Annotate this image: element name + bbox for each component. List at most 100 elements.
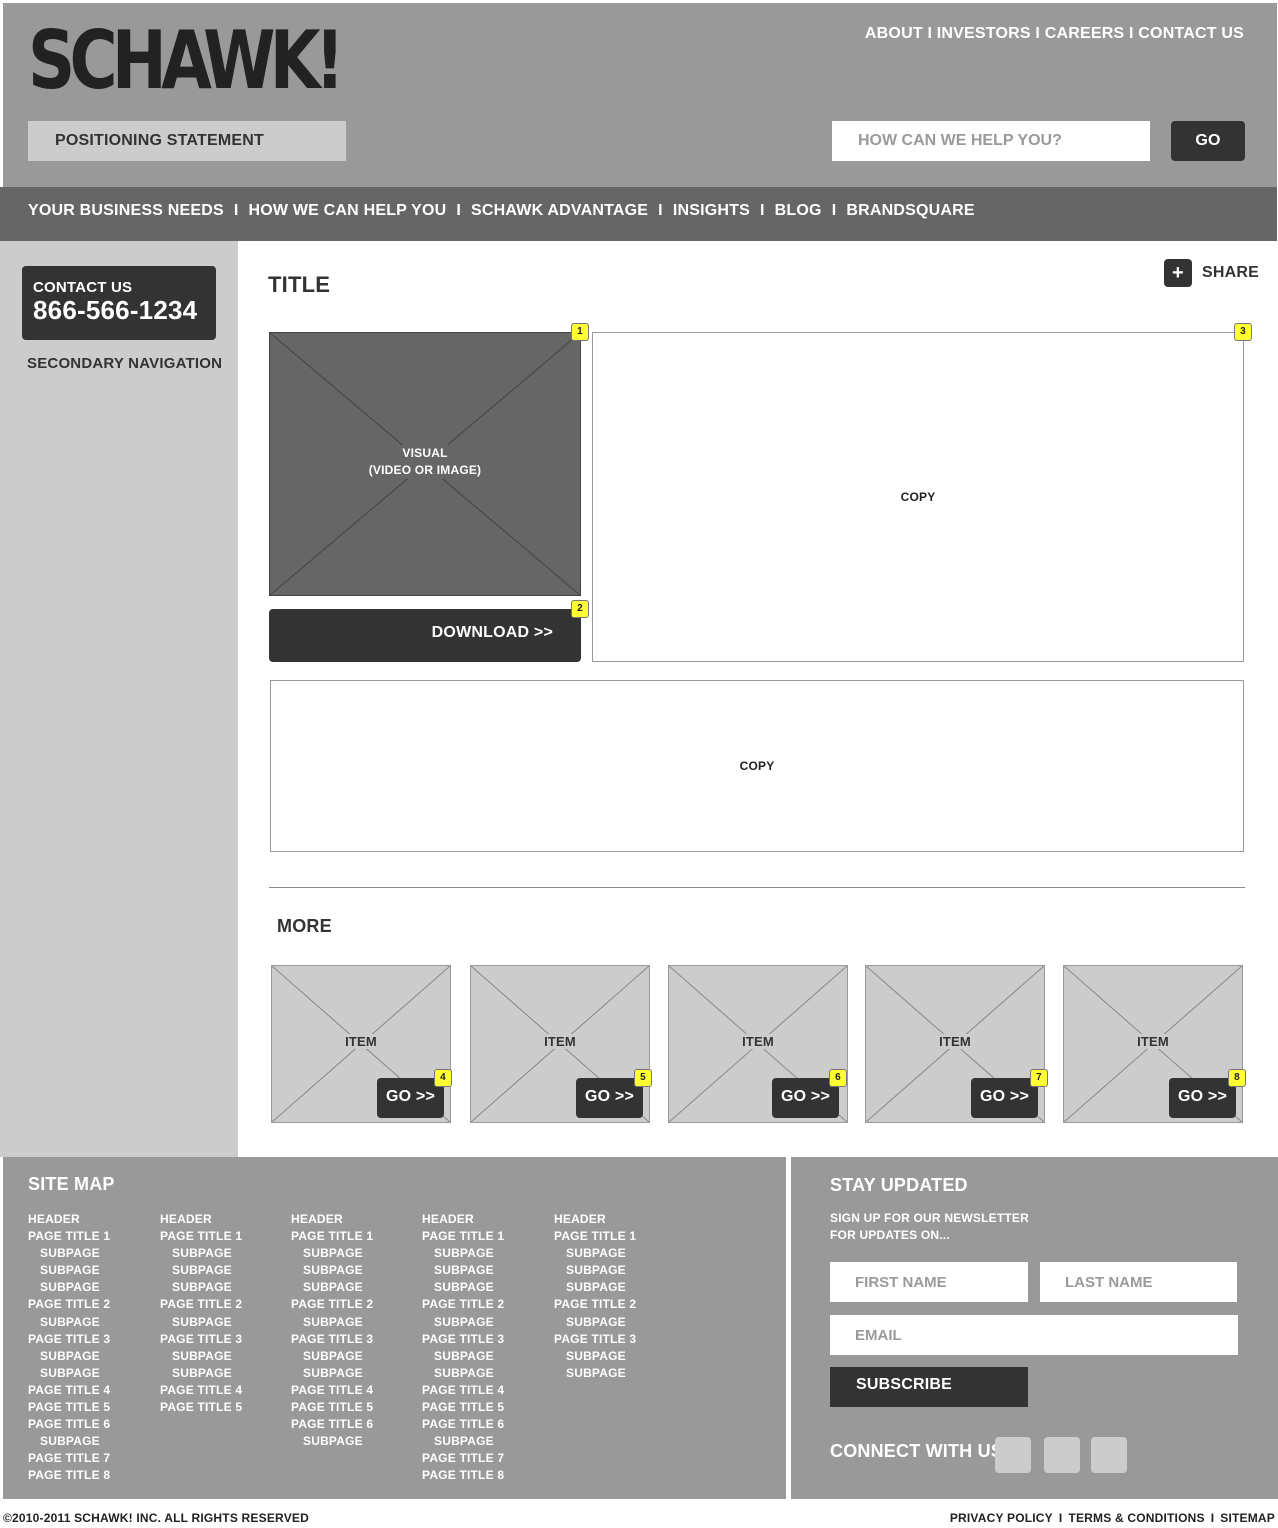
sitemap-page-link[interactable]: PAGE TITLE 3 [554, 1331, 674, 1348]
more-item-card[interactable]: ITEM GO >> [1063, 965, 1243, 1123]
sitemap-page-link[interactable]: PAGE TITLE 5 [422, 1399, 542, 1416]
schawk-logo[interactable]: SCHAWK! [28, 21, 345, 101]
sitemap-subpage-link[interactable]: SUBPAGE [291, 1348, 411, 1365]
sitemap-page-link[interactable]: PAGE TITLE 6 [291, 1416, 411, 1433]
sitemap-subpage-link[interactable]: SUBPAGE [160, 1348, 280, 1365]
utility-link-investors[interactable]: INVESTORS [937, 25, 1031, 42]
sitemap-page-link[interactable]: PAGE TITLE 3 [160, 1331, 280, 1348]
terms-conditions-link[interactable]: TERMS & CONDITIONS [1068, 1511, 1204, 1525]
privacy-policy-link[interactable]: PRIVACY POLICY [950, 1511, 1053, 1525]
sitemap-page-link[interactable]: PAGE TITLE 6 [422, 1416, 542, 1433]
sitemap-subpage-link[interactable]: SUBPAGE [291, 1279, 411, 1296]
sitemap-subpage-link[interactable]: SUBPAGE [291, 1245, 411, 1262]
nav-item-brandsquare[interactable]: BRANDSQUARE [846, 202, 974, 219]
sitemap-subpage-link[interactable]: SUBPAGE [554, 1262, 674, 1279]
sitemap-subpage-link[interactable]: SUBPAGE [28, 1433, 148, 1450]
social-icon[interactable] [1044, 1437, 1080, 1473]
sitemap-subpage-link[interactable]: SUBPAGE [422, 1348, 542, 1365]
sitemap-subpage-link[interactable]: SUBPAGE [160, 1245, 280, 1262]
sitemap-page-link[interactable]: PAGE TITLE 5 [28, 1399, 148, 1416]
plus-icon[interactable]: + [1164, 259, 1192, 287]
last-name-field[interactable] [1040, 1262, 1237, 1302]
sitemap-subpage-link[interactable]: SUBPAGE [422, 1365, 542, 1382]
search-go-button[interactable]: GO [1171, 121, 1245, 161]
sitemap-subpage-link[interactable]: SUBPAGE [28, 1279, 148, 1296]
sitemap-subpage-link[interactable]: SUBPAGE [422, 1262, 542, 1279]
nav-item-blog[interactable]: BLOG [775, 202, 822, 219]
social-icon[interactable] [995, 1437, 1031, 1473]
utility-link-careers[interactable]: CAREERS [1045, 25, 1125, 42]
sitemap-subpage-link[interactable]: SUBPAGE [291, 1433, 411, 1450]
nav-item-how-we-can-help-you[interactable]: HOW WE CAN HELP YOU [249, 202, 447, 219]
sitemap-page-link[interactable]: PAGE TITLE 1 [160, 1228, 280, 1245]
download-button[interactable]: DOWNLOAD >> [269, 609, 581, 662]
nav-item-schawk-advantage[interactable]: SCHAWK ADVANTAGE [471, 202, 648, 219]
sitemap-page-link[interactable]: PAGE TITLE 2 [28, 1296, 148, 1313]
sitemap-subpage-link[interactable]: SUBPAGE [160, 1262, 280, 1279]
item-go-button[interactable]: GO >> [971, 1078, 1038, 1118]
sitemap-page-link[interactable]: PAGE TITLE 4 [160, 1382, 280, 1399]
sitemap-subpage-link[interactable]: SUBPAGE [28, 1245, 148, 1262]
sitemap-subpage-link[interactable]: SUBPAGE [291, 1314, 411, 1331]
sitemap-subpage-link[interactable]: SUBPAGE [422, 1314, 542, 1331]
sitemap-page-link[interactable]: PAGE TITLE 4 [422, 1382, 542, 1399]
sitemap-page-link[interactable]: PAGE TITLE 7 [422, 1450, 542, 1467]
sitemap-subpage-link[interactable]: SUBPAGE [160, 1279, 280, 1296]
item-go-button[interactable]: GO >> [1169, 1078, 1236, 1118]
secondary-navigation[interactable]: SECONDARY NAVIGATION [27, 355, 222, 372]
contact-box[interactable]: CONTACT US 866-566-1234 [22, 266, 216, 340]
sitemap-link[interactable]: SITEMAP [1220, 1511, 1275, 1525]
sitemap-page-link[interactable]: PAGE TITLE 2 [422, 1296, 542, 1313]
sitemap-page-link[interactable]: PAGE TITLE 2 [160, 1296, 280, 1313]
more-item-card[interactable]: ITEM GO >> [271, 965, 451, 1123]
share-button[interactable]: + SHARE [1164, 259, 1259, 287]
sitemap-page-link[interactable]: PAGE TITLE 3 [422, 1331, 542, 1348]
nav-item-your-business-needs[interactable]: YOUR BUSINESS NEEDS [28, 202, 224, 219]
sitemap-subpage-link[interactable]: SUBPAGE [28, 1262, 148, 1279]
nav-item-insights[interactable]: INSIGHTS [673, 202, 750, 219]
sitemap-subpage-link[interactable]: SUBPAGE [28, 1365, 148, 1382]
sitemap-page-link[interactable]: PAGE TITLE 3 [28, 1331, 148, 1348]
sitemap-subpage-link[interactable]: SUBPAGE [554, 1348, 674, 1365]
utility-link-about[interactable]: ABOUT [865, 25, 923, 42]
sitemap-subpage-link[interactable]: SUBPAGE [28, 1314, 148, 1331]
sitemap-subpage-link[interactable]: SUBPAGE [160, 1365, 280, 1382]
sitemap-subpage-link[interactable]: SUBPAGE [554, 1314, 674, 1331]
sitemap-page-link[interactable]: PAGE TITLE 1 [554, 1228, 674, 1245]
visual-placeholder[interactable]: VISUAL (VIDEO OR IMAGE) [269, 332, 581, 596]
sitemap-page-link[interactable]: PAGE TITLE 2 [291, 1296, 411, 1313]
contact-phone[interactable]: 866-566-1234 [33, 296, 216, 324]
sitemap-subpage-link[interactable]: SUBPAGE [554, 1279, 674, 1296]
more-item-card[interactable]: ITEM GO >> [668, 965, 848, 1123]
sitemap-page-link[interactable]: PAGE TITLE 1 [422, 1228, 542, 1245]
sitemap-page-link[interactable]: PAGE TITLE 6 [28, 1416, 148, 1433]
sitemap-subpage-link[interactable]: SUBPAGE [28, 1348, 148, 1365]
sitemap-subpage-link[interactable]: SUBPAGE [160, 1314, 280, 1331]
sitemap-page-link[interactable]: PAGE TITLE 4 [28, 1382, 148, 1399]
sitemap-subpage-link[interactable]: SUBPAGE [422, 1245, 542, 1262]
sitemap-subpage-link[interactable]: SUBPAGE [554, 1245, 674, 1262]
more-item-card[interactable]: ITEM GO >> [470, 965, 650, 1123]
sitemap-page-link[interactable]: PAGE TITLE 8 [422, 1467, 542, 1484]
share-label[interactable]: SHARE [1202, 264, 1259, 282]
item-go-button[interactable]: GO >> [576, 1078, 643, 1118]
search-input[interactable] [832, 121, 1150, 161]
sitemap-subpage-link[interactable]: SUBPAGE [554, 1365, 674, 1382]
first-name-field[interactable] [830, 1262, 1028, 1302]
sitemap-page-link[interactable]: PAGE TITLE 4 [291, 1382, 411, 1399]
sitemap-subpage-link[interactable]: SUBPAGE [422, 1279, 542, 1296]
social-icon[interactable] [1091, 1437, 1127, 1473]
sitemap-page-link[interactable]: PAGE TITLE 7 [28, 1450, 148, 1467]
email-field[interactable] [830, 1315, 1238, 1355]
utility-link-contact-us[interactable]: CONTACT US [1138, 25, 1244, 42]
sitemap-page-link[interactable]: PAGE TITLE 1 [291, 1228, 411, 1245]
sitemap-subpage-link[interactable]: SUBPAGE [422, 1433, 542, 1450]
sitemap-page-link[interactable]: PAGE TITLE 8 [28, 1467, 148, 1484]
sitemap-page-link[interactable]: PAGE TITLE 1 [28, 1228, 148, 1245]
sitemap-subpage-link[interactable]: SUBPAGE [291, 1262, 411, 1279]
sitemap-page-link[interactable]: PAGE TITLE 2 [554, 1296, 674, 1313]
sitemap-page-link[interactable]: PAGE TITLE 3 [291, 1331, 411, 1348]
more-item-card[interactable]: ITEM GO >> [865, 965, 1045, 1123]
sitemap-page-link[interactable]: PAGE TITLE 5 [160, 1399, 280, 1416]
sitemap-page-link[interactable]: PAGE TITLE 5 [291, 1399, 411, 1416]
